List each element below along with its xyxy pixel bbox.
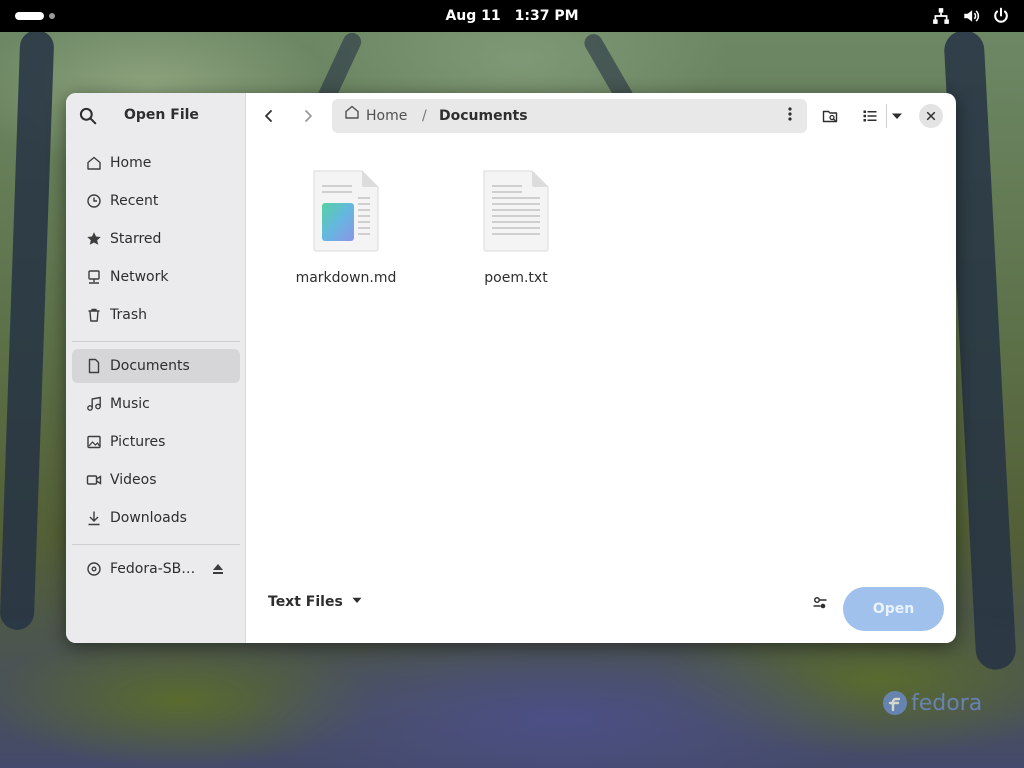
sidebar-item-recent[interactable]: Recent xyxy=(72,184,240,218)
file-type-filter-label: Text Files xyxy=(268,594,343,610)
dialog-title: Open File xyxy=(124,107,199,123)
sidebar-item-label: Starred xyxy=(110,231,162,247)
caret-down-icon xyxy=(343,594,363,610)
open-file-dialog: Open File Home Recent Starred Network Tr… xyxy=(66,93,956,643)
system-tray[interactable] xyxy=(932,7,1010,25)
clock-time: 1:37 PM xyxy=(514,8,579,24)
document-icon xyxy=(86,358,102,374)
fedora-logo-text: fedora xyxy=(911,690,983,716)
top-bar: Aug 11 1:37 PM xyxy=(0,0,1024,32)
sidebar-item-label: Fedora-SB… xyxy=(110,561,196,577)
sidebar-item-videos[interactable]: Videos xyxy=(72,463,240,497)
volume-icon xyxy=(962,7,980,25)
trash-icon xyxy=(86,307,102,323)
picture-icon xyxy=(86,434,102,450)
clock-date: Aug 11 xyxy=(445,8,501,24)
forward-button[interactable] xyxy=(291,99,325,133)
file-item-markdown[interactable]: markdown.md xyxy=(291,169,401,286)
breadcrumb-home-label: Home xyxy=(366,108,408,124)
file-browser-main: Home / Documents markdown.md poem.txt Te… xyxy=(246,93,956,643)
file-name: markdown.md xyxy=(295,270,397,286)
download-icon xyxy=(86,510,102,526)
path-menu-button[interactable] xyxy=(773,99,807,133)
clock[interactable]: Aug 11 1:37 PM xyxy=(0,0,1024,32)
eject-icon[interactable] xyxy=(210,561,226,577)
search-icon[interactable] xyxy=(79,107,97,125)
close-icon xyxy=(925,107,937,126)
network-icon xyxy=(932,7,950,25)
sidebar-item-pictures[interactable]: Pictures xyxy=(72,425,240,459)
path-bar: Home / Documents xyxy=(332,99,807,133)
close-button[interactable] xyxy=(919,104,943,128)
sidebar-item-label: Recent xyxy=(110,193,159,209)
view-options-dropdown[interactable] xyxy=(881,99,913,133)
sidebar-item-label: Music xyxy=(110,396,150,412)
folder-search-icon xyxy=(822,108,838,124)
sidebar-item-home[interactable]: Home xyxy=(72,146,240,180)
sidebar-header: Open File xyxy=(66,93,245,138)
sidebar-item-fedora-drive[interactable]: Fedora-SB… xyxy=(72,552,240,586)
sidebar-item-music[interactable]: Music xyxy=(72,387,240,421)
sidebar-item-network[interactable]: Network xyxy=(72,260,240,294)
disc-icon xyxy=(86,561,102,577)
sidebar-item-label: Trash xyxy=(110,307,147,323)
star-icon xyxy=(86,231,102,247)
home-icon xyxy=(86,155,102,171)
sidebar-item-trash[interactable]: Trash xyxy=(72,298,240,332)
file-name: poem.txt xyxy=(484,270,548,286)
list-view-icon xyxy=(862,108,878,124)
sidebar-item-label: Network xyxy=(110,269,169,285)
kebab-menu-icon xyxy=(782,106,798,126)
power-icon xyxy=(992,7,1010,25)
breadcrumb-home[interactable]: Home xyxy=(344,99,407,133)
video-icon xyxy=(86,472,102,488)
sidebar-item-label: Videos xyxy=(110,472,157,488)
options-icon xyxy=(812,595,828,615)
sidebar-item-label: Pictures xyxy=(110,434,166,450)
chevron-right-icon xyxy=(300,108,316,124)
sidebar-item-downloads[interactable]: Downloads xyxy=(72,501,240,535)
sidebar-item-starred[interactable]: Starred xyxy=(72,222,240,256)
music-icon xyxy=(86,396,102,412)
fedora-logo: fedora xyxy=(882,690,982,716)
home-icon xyxy=(344,99,366,133)
sidebar: Open File Home Recent Starred Network Tr… xyxy=(66,93,246,643)
sidebar-item-documents[interactable]: Documents xyxy=(72,349,240,383)
file-type-filter[interactable]: Text Files xyxy=(268,587,363,617)
breadcrumb-current[interactable]: Documents xyxy=(439,99,528,133)
open-button[interactable]: Open xyxy=(843,587,944,631)
sidebar-divider xyxy=(72,544,240,545)
search-location-button[interactable] xyxy=(813,99,847,133)
markdown-file-icon xyxy=(312,169,380,253)
sidebar-item-label: Home xyxy=(110,155,152,171)
network-icon xyxy=(86,269,102,285)
clock-icon xyxy=(86,193,102,209)
caret-down-icon xyxy=(889,108,905,124)
sidebar-item-label: Documents xyxy=(110,358,190,374)
back-button[interactable] xyxy=(252,99,286,133)
options-button[interactable] xyxy=(806,591,834,619)
text-file-icon xyxy=(482,169,550,253)
sidebar-item-label: Downloads xyxy=(110,510,187,526)
file-item-text[interactable]: poem.txt xyxy=(461,169,571,286)
chevron-left-icon xyxy=(261,108,277,124)
breadcrumb-separator: / xyxy=(422,108,427,124)
sidebar-divider xyxy=(72,341,240,342)
